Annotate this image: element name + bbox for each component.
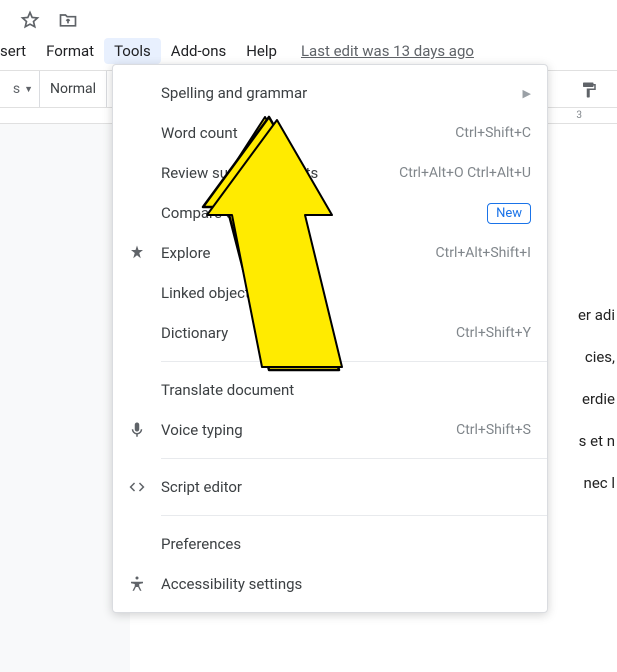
new-badge: New [487,203,531,224]
paint-format-button[interactable] [579,81,599,103]
menu-item-label: Dictionary [161,324,456,342]
menu-word-count[interactable]: Word count Ctrl+Shift+C [113,113,547,153]
menu-separator [161,458,547,459]
menu-help[interactable]: Help [236,38,287,64]
menu-item-label: Script editor [161,478,531,496]
submenu-arrow-icon: ▶ [523,87,531,100]
menu-item-label: Spelling and grammar [161,84,523,102]
star-icon[interactable] [20,10,40,34]
menu-translate-document[interactable]: Translate document [113,370,547,410]
toolbar-zoom-dropdown[interactable]: s ▼ [0,71,40,107]
toolbar-left-text: s [13,81,20,97]
toolbar-style-text: Normal [50,81,96,97]
ruler-tick: 3 [576,110,582,121]
menu-item-shortcut: Ctrl+Shift+C [455,125,531,141]
menu-insert[interactable]: sert [0,38,36,64]
move-folder-icon[interactable] [58,10,78,34]
titlebar-icons [20,10,78,34]
menu-explore[interactable]: Explore Ctrl+Alt+Shift+I [113,233,547,273]
menu-item-label: Review suggested edits [161,164,399,182]
menu-item-label: Compare documents [161,204,487,222]
last-edit-link[interactable]: Last edit was 13 days ago [301,38,474,64]
menu-spelling-grammar[interactable]: Spelling and grammar ▶ [113,73,547,113]
accessibility-icon [127,574,147,594]
menu-item-label: Voice typing [161,421,456,439]
menu-item-label: Preferences [161,535,531,553]
menu-item-label: Translate document [161,381,531,399]
code-icon [127,477,147,497]
explore-icon [127,243,147,263]
mic-icon [127,420,147,440]
menu-linked-objects[interactable]: Linked objects [113,273,547,313]
menu-item-shortcut: Ctrl+Alt+O Ctrl+Alt+U [399,165,531,181]
menu-preferences[interactable]: Preferences [113,524,547,564]
menu-voice-typing[interactable]: Voice typing Ctrl+Shift+S [113,410,547,450]
menu-accessibility-settings[interactable]: Accessibility settings [113,564,547,604]
menu-item-shortcut: Ctrl+Alt+Shift+I [436,245,531,261]
menu-separator [161,361,547,362]
menu-dictionary[interactable]: Dictionary Ctrl+Shift+Y [113,313,547,353]
menu-compare-documents[interactable]: Compare documents New [113,193,547,233]
tools-dropdown-menu: Spelling and grammar ▶ Word count Ctrl+S… [112,64,548,613]
menu-item-label: Explore [161,244,436,262]
menu-tools[interactable]: Tools [104,38,161,64]
menu-item-shortcut: Ctrl+Shift+Y [456,325,531,341]
chevron-down-icon: ▼ [24,84,33,95]
menu-review-suggested-edits[interactable]: Review suggested edits Ctrl+Alt+O Ctrl+A… [113,153,547,193]
menu-format[interactable]: Format [36,38,104,64]
menu-script-editor[interactable]: Script editor [113,467,547,507]
menu-item-label: Accessibility settings [161,575,531,593]
document-margin [0,124,130,672]
menu-item-shortcut: Ctrl+Shift+S [456,422,531,438]
menu-item-label: Linked objects [161,284,531,302]
menu-item-label: Word count [161,124,455,142]
menu-add-ons[interactable]: Add-ons [161,38,236,64]
toolbar-styles-dropdown[interactable]: Normal [40,71,107,107]
menu-separator [161,515,547,516]
